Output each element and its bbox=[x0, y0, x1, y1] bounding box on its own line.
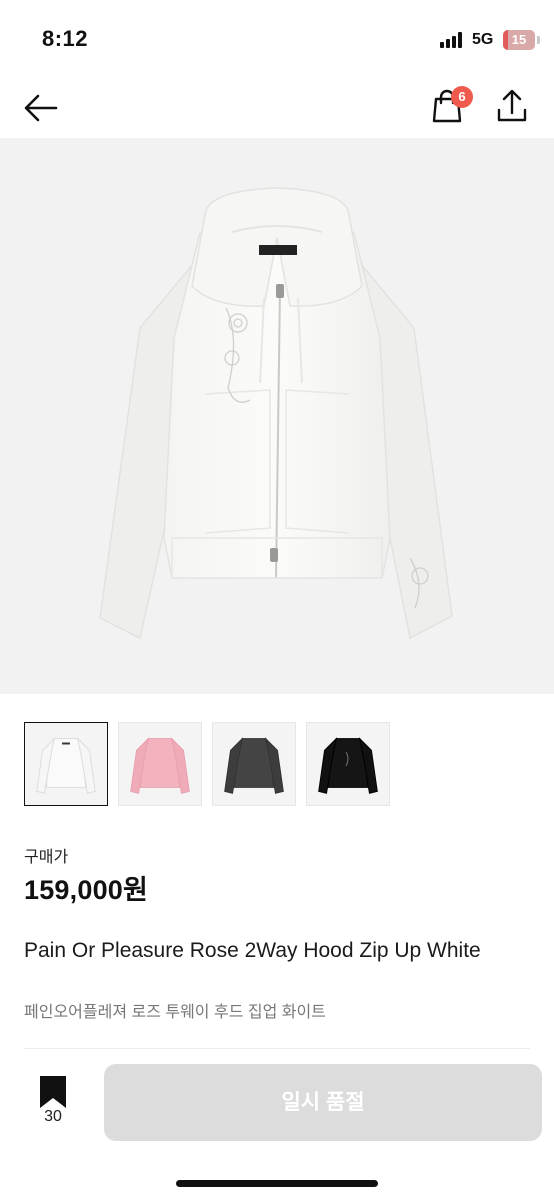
price: 159,000원 bbox=[24, 875, 149, 905]
home-indicator bbox=[176, 1180, 378, 1187]
bookmark-button[interactable] bbox=[28, 1072, 78, 1142]
share-button[interactable] bbox=[494, 86, 530, 126]
battery-level: 15 bbox=[511, 32, 527, 47]
cart-count-badge: 6 bbox=[451, 86, 473, 108]
status-bar: 8:12 5G 15 bbox=[0, 0, 554, 80]
nav-bar bbox=[0, 80, 554, 138]
product-title: Pain Or Pleasure Rose 2Way Hood Zip Up W… bbox=[24, 939, 481, 962]
thumbnail-black[interactable] bbox=[306, 722, 390, 806]
thumbnail-black-image bbox=[318, 737, 378, 794]
thumbnail-pink[interactable] bbox=[118, 722, 202, 806]
network-type: 5G bbox=[472, 31, 494, 48]
price-label: 구매가 bbox=[24, 849, 69, 866]
thumbnail-charcoal[interactable] bbox=[212, 722, 296, 806]
divider bbox=[24, 1048, 530, 1049]
share-icon bbox=[497, 89, 527, 122]
back-button[interactable] bbox=[22, 88, 62, 128]
status-time: 8:12 bbox=[42, 26, 89, 51]
battery-icon: 15 bbox=[503, 30, 535, 50]
arrow-left-icon bbox=[24, 94, 58, 122]
sold-out-button[interactable]: 일시 품절 bbox=[104, 1064, 542, 1141]
product-subtitle: 페인오어플레져 로즈 투웨이 후드 집업 화이트 bbox=[24, 1004, 326, 1021]
bookmark-count: 30 bbox=[44, 1108, 62, 1125]
battery-tip bbox=[537, 36, 540, 44]
signal-icon bbox=[440, 32, 466, 48]
thumbnail-white-image bbox=[36, 737, 96, 794]
thumbnail-white[interactable] bbox=[24, 722, 108, 806]
thumbnail-charcoal-image bbox=[224, 737, 284, 794]
bookmark-icon bbox=[40, 1076, 66, 1108]
product-image[interactable] bbox=[0, 138, 554, 694]
hoodie-illustration bbox=[99, 187, 453, 640]
thumbnail-pink-image bbox=[130, 737, 190, 794]
